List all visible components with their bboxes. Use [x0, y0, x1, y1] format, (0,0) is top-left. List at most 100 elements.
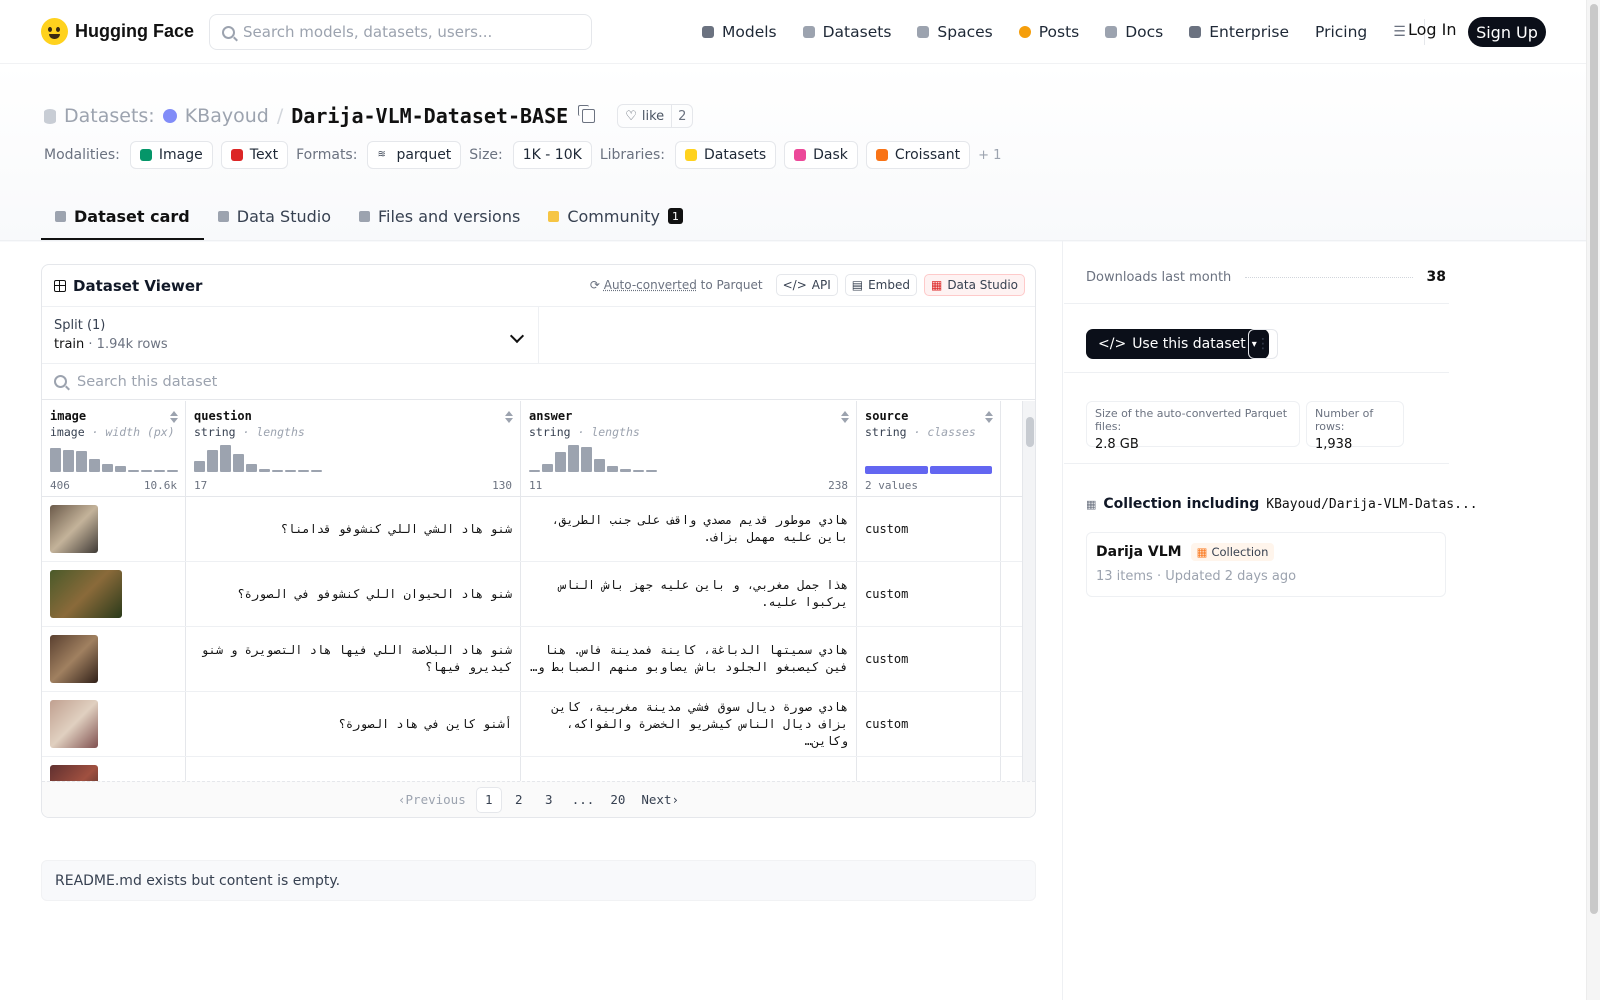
dataset-search-input[interactable]: Search this dataset: [42, 364, 1035, 400]
source-cell[interactable]: custom: [857, 627, 1001, 691]
table-row[interactable]: أشنو كاين في هاد الصورة؟ هادي صورة ديال س…: [42, 692, 1022, 757]
tab-data-studio[interactable]: Data Studio: [204, 194, 345, 240]
nav-docs[interactable]: Docs: [1105, 23, 1163, 41]
histogram-bar[interactable]: [620, 469, 631, 472]
image-cell[interactable]: [42, 757, 186, 781]
login-link[interactable]: Log In: [1408, 20, 1457, 39]
histogram-bar[interactable]: [646, 470, 657, 472]
global-search-input[interactable]: Search models, datasets, users...: [209, 14, 592, 50]
signup-button[interactable]: Sign Up: [1468, 17, 1546, 47]
menu-icon[interactable]: ☰: [1393, 24, 1406, 40]
source-cell[interactable]: custom: [857, 692, 1001, 756]
answer-cell[interactable]: هادي سميتها الدباغة، كاينة فمدينة فاس. ه…: [521, 627, 857, 691]
image-cell[interactable]: [42, 497, 186, 561]
column-header-question[interactable]: question string · lengths 17 130: [186, 401, 521, 496]
histogram-bar[interactable]: [311, 470, 322, 472]
histogram-bar[interactable]: [259, 469, 270, 472]
histogram-bar[interactable]: [50, 448, 61, 472]
tag-modality-text[interactable]: Text: [220, 141, 289, 169]
api-button[interactable]: </> API: [775, 274, 838, 296]
tag-size[interactable]: 1K - 10K: [512, 141, 592, 169]
histogram-bar[interactable]: [246, 464, 257, 472]
question-cell[interactable]: شنو هاد الحيوان اللي كنشوفو في الصورة؟: [186, 562, 521, 626]
tag-modality-image[interactable]: Image: [129, 141, 213, 169]
table-scrollbar[interactable]: [1022, 401, 1035, 781]
sort-icon[interactable]: [170, 411, 178, 423]
sort-icon[interactable]: [505, 411, 513, 423]
histogram-bar[interactable]: [594, 459, 605, 472]
histogram-bar[interactable]: [568, 445, 579, 472]
nav-models[interactable]: Models: [702, 23, 777, 41]
page-2-button[interactable]: 2: [506, 787, 532, 813]
table-row[interactable]: شنو هاد البلاصة اللي فيها هاد التصويرة و…: [42, 627, 1022, 692]
histogram-bar[interactable]: [76, 451, 87, 472]
histogram-bar[interactable]: [272, 470, 283, 472]
nav-spaces[interactable]: Spaces: [917, 23, 993, 41]
image-cell[interactable]: [42, 692, 186, 756]
column-header-source[interactable]: source string · classes 2 values: [857, 401, 1001, 496]
next-page-button[interactable]: Next ›: [635, 787, 685, 813]
tag-format-parquet[interactable]: ≋ parquet: [367, 141, 462, 169]
page-scrollbar[interactable]: [1586, 0, 1600, 1000]
histogram-bar[interactable]: [607, 466, 618, 472]
table-row[interactable]: شنو هاد الطبق اللي كيبان فالصورة و شنو ف…: [42, 757, 1022, 781]
image-thumbnail[interactable]: [50, 635, 98, 683]
collection-repo-link[interactable]: KBayoud/Darija-VLM-Datas...: [1266, 497, 1477, 512]
answer-cell[interactable]: هاد الصحن فيه الطبسيل التقليدي ديال المغ…: [521, 757, 857, 781]
more-options-button[interactable]: ⋮: [1248, 329, 1278, 359]
data-studio-button[interactable]: ▦ Data Studio: [923, 274, 1025, 296]
histogram-bar[interactable]: [581, 447, 592, 472]
answer-cell[interactable]: هادي موطور قديم مصدي واقف على جنب الطريق…: [521, 497, 857, 561]
repo-name-link[interactable]: Darija-VLM-Dataset-BASE: [291, 104, 568, 128]
source-cell[interactable]: custom: [857, 562, 1001, 626]
histogram-bar[interactable]: [207, 450, 218, 472]
page-ellipsis-button[interactable]: ...: [566, 787, 601, 813]
nav-enterprise[interactable]: Enterprise: [1189, 23, 1289, 41]
image-thumbnail[interactable]: [50, 570, 122, 618]
tag-library-dask[interactable]: Dask: [784, 141, 858, 169]
source-cell[interactable]: custom: [857, 497, 1001, 561]
column-header-answer[interactable]: answer string · lengths 11 238: [521, 401, 857, 496]
histogram-bar[interactable]: [633, 470, 644, 472]
nav-pricing[interactable]: Pricing: [1315, 23, 1367, 41]
sort-icon[interactable]: [841, 411, 849, 423]
collection-card[interactable]: Darija VLM ▦ Collection 13 items · Update…: [1086, 532, 1446, 597]
image-thumbnail[interactable]: [50, 700, 98, 748]
histogram-bar[interactable]: [154, 470, 165, 472]
image-cell[interactable]: [42, 627, 186, 691]
split-selector[interactable]: Split (1) train · 1.94k rows: [42, 307, 539, 363]
owner-avatar[interactable]: [162, 109, 177, 123]
histogram-bar[interactable]: [298, 470, 309, 472]
page-1-button[interactable]: 1: [475, 786, 502, 813]
page-3-button[interactable]: 3: [536, 787, 562, 813]
histogram-bar[interactable]: [128, 470, 139, 472]
embed-button[interactable]: ▤ Embed: [844, 274, 917, 296]
question-cell[interactable]: شنو هاد الشي اللي كنشوفو قدامنا؟: [186, 497, 521, 561]
table-row[interactable]: شنو هاد الشي اللي كنشوفو قدامنا؟ هادي موط…: [42, 497, 1022, 562]
tab-files-and-versions[interactable]: Files and versions: [345, 194, 534, 240]
table-scrollbar-thumb[interactable]: [1026, 417, 1034, 447]
histogram-bar[interactable]: [167, 470, 178, 472]
histogram-bar[interactable]: [102, 464, 113, 472]
image-thumbnail[interactable]: [50, 505, 98, 553]
table-row[interactable]: شنو هاد الحيوان اللي كنشوفو في الصورة؟ هذ…: [42, 562, 1022, 627]
like-button[interactable]: ♡ like 2: [617, 104, 694, 128]
owner-link[interactable]: KBayoud: [185, 105, 269, 127]
copy-icon[interactable]: [578, 105, 596, 123]
question-cell[interactable]: أشنو كاين في هاد الصورة؟: [186, 692, 521, 756]
histogram-bar[interactable]: [529, 470, 540, 472]
sort-icon[interactable]: [985, 411, 993, 423]
answer-cell[interactable]: هادي صورة ديال سوق فشي مدينة مغربية، كاي…: [521, 692, 857, 756]
image-cell[interactable]: [42, 562, 186, 626]
nav-posts[interactable]: Posts: [1018, 23, 1079, 41]
more-tags-link[interactable]: + 1: [978, 148, 1001, 163]
tab-dataset-card[interactable]: Dataset card: [41, 194, 204, 240]
image-thumbnail[interactable]: [50, 765, 98, 781]
histogram-bar[interactable]: [555, 452, 566, 472]
class-segment[interactable]: [929, 466, 992, 474]
histogram-bar[interactable]: [89, 459, 100, 472]
source-cell[interactable]: [857, 757, 1001, 781]
histogram-bar[interactable]: [63, 450, 74, 472]
auto-converted-link[interactable]: Auto-converted: [604, 278, 697, 292]
histogram-bar[interactable]: [141, 470, 152, 472]
